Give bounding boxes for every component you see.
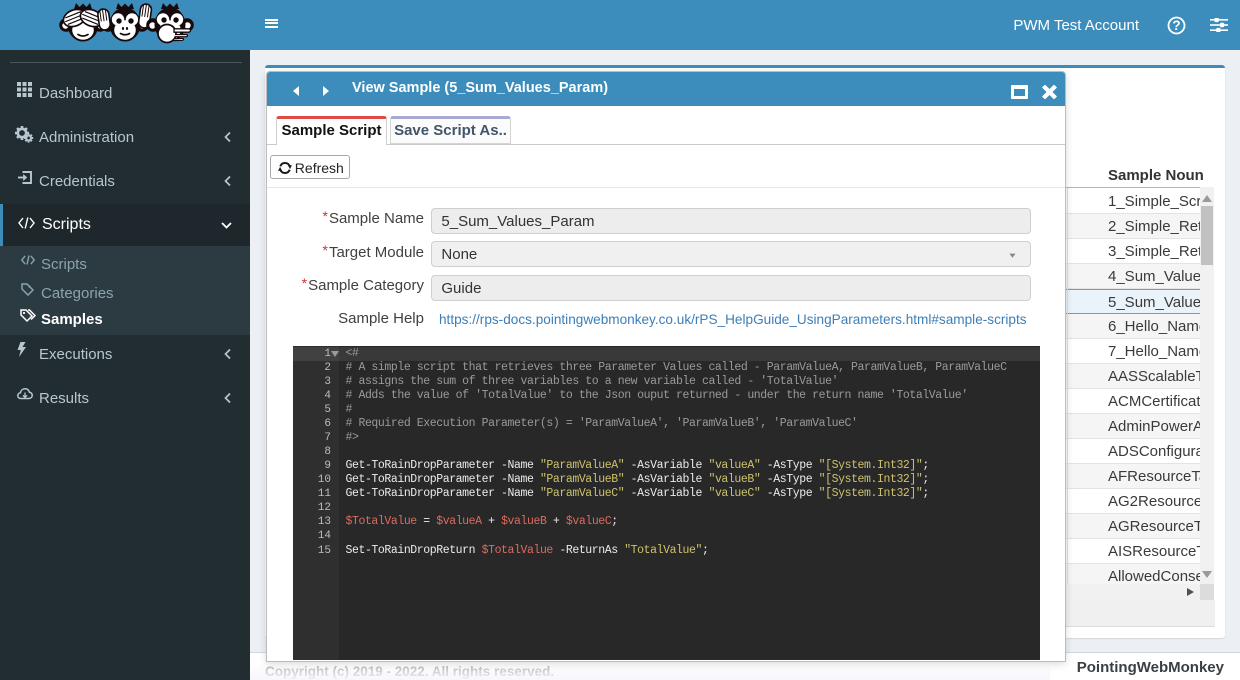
svg-text:?: ? (1172, 18, 1180, 33)
